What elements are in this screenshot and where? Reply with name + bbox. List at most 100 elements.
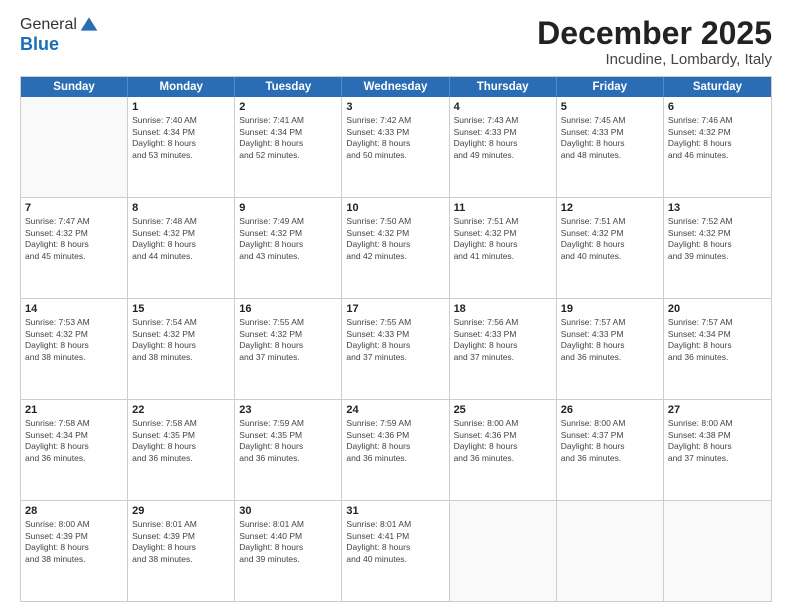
calendar-cell: 13Sunrise: 7:52 AM Sunset: 4:32 PM Dayli… — [664, 198, 771, 298]
cell-info: Sunrise: 7:55 AM Sunset: 4:32 PM Dayligh… — [239, 317, 337, 363]
calendar-cell: 12Sunrise: 7:51 AM Sunset: 4:32 PM Dayli… — [557, 198, 664, 298]
cell-info: Sunrise: 7:58 AM Sunset: 4:35 PM Dayligh… — [132, 418, 230, 464]
cell-info: Sunrise: 7:46 AM Sunset: 4:32 PM Dayligh… — [668, 115, 767, 161]
day-number: 20 — [668, 302, 767, 316]
calendar-cell: 25Sunrise: 8:00 AM Sunset: 4:36 PM Dayli… — [450, 400, 557, 500]
day-number: 21 — [25, 403, 123, 417]
cell-info: Sunrise: 8:00 AM Sunset: 4:39 PM Dayligh… — [25, 519, 123, 565]
header-monday: Monday — [128, 77, 235, 97]
calendar: Sunday Monday Tuesday Wednesday Thursday… — [20, 76, 772, 602]
calendar-cell: 5Sunrise: 7:45 AM Sunset: 4:33 PM Daylig… — [557, 97, 664, 197]
day-number: 11 — [454, 201, 552, 215]
day-number: 31 — [346, 504, 444, 518]
calendar-cell: 15Sunrise: 7:54 AM Sunset: 4:32 PM Dayli… — [128, 299, 235, 399]
calendar-cell: 4Sunrise: 7:43 AM Sunset: 4:33 PM Daylig… — [450, 97, 557, 197]
calendar-cell: 18Sunrise: 7:56 AM Sunset: 4:33 PM Dayli… — [450, 299, 557, 399]
day-number: 1 — [132, 100, 230, 114]
header-sunday: Sunday — [21, 77, 128, 97]
day-number: 27 — [668, 403, 767, 417]
header-thursday: Thursday — [450, 77, 557, 97]
day-number: 29 — [132, 504, 230, 518]
cell-info: Sunrise: 7:51 AM Sunset: 4:32 PM Dayligh… — [454, 216, 552, 262]
calendar-cell: 22Sunrise: 7:58 AM Sunset: 4:35 PM Dayli… — [128, 400, 235, 500]
calendar-cell: 2Sunrise: 7:41 AM Sunset: 4:34 PM Daylig… — [235, 97, 342, 197]
day-number: 16 — [239, 302, 337, 316]
title-block: December 2025 Incudine, Lombardy, Italy — [537, 16, 772, 68]
header-wednesday: Wednesday — [342, 77, 449, 97]
calendar-cell: 24Sunrise: 7:59 AM Sunset: 4:36 PM Dayli… — [342, 400, 449, 500]
calendar-row-1: 7Sunrise: 7:47 AM Sunset: 4:32 PM Daylig… — [21, 198, 771, 299]
day-number: 5 — [561, 100, 659, 114]
calendar-row-0: 1Sunrise: 7:40 AM Sunset: 4:34 PM Daylig… — [21, 97, 771, 198]
day-number: 10 — [346, 201, 444, 215]
cell-info: Sunrise: 7:47 AM Sunset: 4:32 PM Dayligh… — [25, 216, 123, 262]
day-number: 14 — [25, 302, 123, 316]
calendar-cell: 1Sunrise: 7:40 AM Sunset: 4:34 PM Daylig… — [128, 97, 235, 197]
day-number: 7 — [25, 201, 123, 215]
cell-info: Sunrise: 7:42 AM Sunset: 4:33 PM Dayligh… — [346, 115, 444, 161]
cell-info: Sunrise: 8:00 AM Sunset: 4:37 PM Dayligh… — [561, 418, 659, 464]
day-number: 22 — [132, 403, 230, 417]
cell-info: Sunrise: 7:57 AM Sunset: 4:34 PM Dayligh… — [668, 317, 767, 363]
day-number: 2 — [239, 100, 337, 114]
cell-info: Sunrise: 7:59 AM Sunset: 4:36 PM Dayligh… — [346, 418, 444, 464]
calendar-cell: 19Sunrise: 7:57 AM Sunset: 4:33 PM Dayli… — [557, 299, 664, 399]
day-number: 3 — [346, 100, 444, 114]
page: General Blue December 2025 Incudine, Lom… — [0, 0, 792, 612]
calendar-body: 1Sunrise: 7:40 AM Sunset: 4:34 PM Daylig… — [21, 97, 771, 601]
cell-info: Sunrise: 7:43 AM Sunset: 4:33 PM Dayligh… — [454, 115, 552, 161]
cell-info: Sunrise: 7:56 AM Sunset: 4:33 PM Dayligh… — [454, 317, 552, 363]
day-number: 12 — [561, 201, 659, 215]
cell-info: Sunrise: 7:59 AM Sunset: 4:35 PM Dayligh… — [239, 418, 337, 464]
calendar-cell: 16Sunrise: 7:55 AM Sunset: 4:32 PM Dayli… — [235, 299, 342, 399]
cell-info: Sunrise: 7:40 AM Sunset: 4:34 PM Dayligh… — [132, 115, 230, 161]
cell-info: Sunrise: 7:48 AM Sunset: 4:32 PM Dayligh… — [132, 216, 230, 262]
logo-blue-text: Blue — [20, 34, 99, 55]
logo-icon — [79, 14, 99, 34]
header-tuesday: Tuesday — [235, 77, 342, 97]
location-title: Incudine, Lombardy, Italy — [537, 51, 772, 68]
calendar-row-2: 14Sunrise: 7:53 AM Sunset: 4:32 PM Dayli… — [21, 299, 771, 400]
cell-info: Sunrise: 7:45 AM Sunset: 4:33 PM Dayligh… — [561, 115, 659, 161]
calendar-cell: 21Sunrise: 7:58 AM Sunset: 4:34 PM Dayli… — [21, 400, 128, 500]
calendar-cell: 7Sunrise: 7:47 AM Sunset: 4:32 PM Daylig… — [21, 198, 128, 298]
cell-info: Sunrise: 8:00 AM Sunset: 4:36 PM Dayligh… — [454, 418, 552, 464]
day-number: 6 — [668, 100, 767, 114]
calendar-cell: 20Sunrise: 7:57 AM Sunset: 4:34 PM Dayli… — [664, 299, 771, 399]
cell-info: Sunrise: 7:52 AM Sunset: 4:32 PM Dayligh… — [668, 216, 767, 262]
cell-info: Sunrise: 7:51 AM Sunset: 4:32 PM Dayligh… — [561, 216, 659, 262]
header: General Blue December 2025 Incudine, Lom… — [20, 16, 772, 68]
calendar-cell: 29Sunrise: 8:01 AM Sunset: 4:39 PM Dayli… — [128, 501, 235, 601]
cell-info: Sunrise: 7:50 AM Sunset: 4:32 PM Dayligh… — [346, 216, 444, 262]
calendar-cell: 23Sunrise: 7:59 AM Sunset: 4:35 PM Dayli… — [235, 400, 342, 500]
calendar-cell: 6Sunrise: 7:46 AM Sunset: 4:32 PM Daylig… — [664, 97, 771, 197]
calendar-cell: 30Sunrise: 8:01 AM Sunset: 4:40 PM Dayli… — [235, 501, 342, 601]
header-saturday: Saturday — [664, 77, 771, 97]
calendar-cell — [21, 97, 128, 197]
calendar-cell: 26Sunrise: 8:00 AM Sunset: 4:37 PM Dayli… — [557, 400, 664, 500]
cell-info: Sunrise: 7:53 AM Sunset: 4:32 PM Dayligh… — [25, 317, 123, 363]
day-number: 17 — [346, 302, 444, 316]
calendar-cell: 11Sunrise: 7:51 AM Sunset: 4:32 PM Dayli… — [450, 198, 557, 298]
header-friday: Friday — [557, 77, 664, 97]
day-number: 9 — [239, 201, 337, 215]
calendar-cell — [450, 501, 557, 601]
calendar-cell: 3Sunrise: 7:42 AM Sunset: 4:33 PM Daylig… — [342, 97, 449, 197]
day-number: 13 — [668, 201, 767, 215]
day-number: 25 — [454, 403, 552, 417]
day-number: 8 — [132, 201, 230, 215]
cell-info: Sunrise: 7:57 AM Sunset: 4:33 PM Dayligh… — [561, 317, 659, 363]
calendar-cell: 14Sunrise: 7:53 AM Sunset: 4:32 PM Dayli… — [21, 299, 128, 399]
calendar-cell: 31Sunrise: 8:01 AM Sunset: 4:41 PM Dayli… — [342, 501, 449, 601]
calendar-cell — [557, 501, 664, 601]
cell-info: Sunrise: 8:01 AM Sunset: 4:40 PM Dayligh… — [239, 519, 337, 565]
day-number: 24 — [346, 403, 444, 417]
calendar-cell: 28Sunrise: 8:00 AM Sunset: 4:39 PM Dayli… — [21, 501, 128, 601]
day-number: 15 — [132, 302, 230, 316]
calendar-cell: 17Sunrise: 7:55 AM Sunset: 4:33 PM Dayli… — [342, 299, 449, 399]
day-number: 23 — [239, 403, 337, 417]
day-number: 26 — [561, 403, 659, 417]
cell-info: Sunrise: 8:01 AM Sunset: 4:41 PM Dayligh… — [346, 519, 444, 565]
calendar-cell: 8Sunrise: 7:48 AM Sunset: 4:32 PM Daylig… — [128, 198, 235, 298]
month-title: December 2025 — [537, 16, 772, 51]
